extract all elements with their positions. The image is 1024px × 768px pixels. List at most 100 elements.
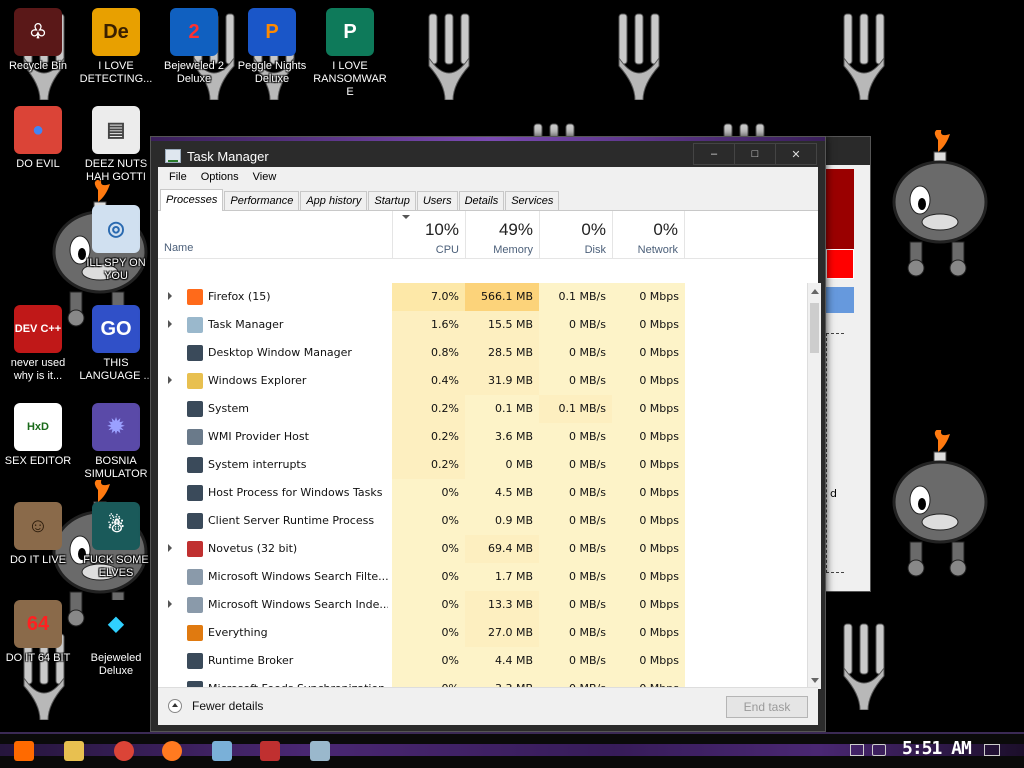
process-row[interactable]: Microsoft Windows Search Inde... 0% 13.3 M… xyxy=(158,591,808,619)
task-manager-window[interactable]: Task Manager – □ ✕ File Options View Pro… xyxy=(150,136,826,732)
desktop-icon[interactable]: ☺ DO IT LIVE xyxy=(0,502,76,567)
expand-arrow-icon[interactable] xyxy=(168,320,172,328)
desktop-app-icon: ▤ xyxy=(92,106,140,154)
desktop-icon[interactable]: GO THIS LANGUAGE ... xyxy=(78,305,154,383)
expand-arrow-icon[interactable] xyxy=(168,544,172,552)
process-row[interactable]: Microsoft Windows Search Filte... 0% 1.7 M… xyxy=(158,563,808,591)
tab-processes[interactable]: Processes xyxy=(160,189,224,211)
process-disk: 0 MB/s xyxy=(539,507,612,535)
everything-icon xyxy=(187,625,203,641)
task-manager-taskbar-icon[interactable] xyxy=(302,736,338,766)
process-row[interactable]: Novetus (32 bit) 0% 69.4 MB 0 MB/s 0 Mbps xyxy=(158,535,808,563)
start-button[interactable] xyxy=(6,736,42,766)
process-row[interactable]: System 0.2% 0.1 MB 0.1 MB/s 0 Mbps xyxy=(158,395,808,423)
end-task-button[interactable]: End task xyxy=(726,696,808,718)
menu-bar: File Options View xyxy=(158,167,818,187)
cpu-column-label: CPU xyxy=(435,244,459,256)
minimize-button[interactable]: – xyxy=(693,143,735,165)
process-row[interactable]: Host Process for Windows Tasks 0% 4.5 MB 0 … xyxy=(158,479,808,507)
tab-users[interactable]: Users xyxy=(416,191,458,210)
file-explorer-taskbar-icon[interactable] xyxy=(56,736,92,766)
firefox-taskbar-icon[interactable] xyxy=(154,736,190,766)
taskbar-app-icon xyxy=(162,741,182,761)
desktop-icon[interactable]: ◎ ILL SPY ON YOU xyxy=(78,205,154,283)
desktop-app-icon: ◎ xyxy=(92,205,140,253)
process-network: 0 Mbps xyxy=(612,367,685,395)
desktop-icon[interactable]: ♧ Recycle Bin xyxy=(0,8,76,73)
process-row[interactable]: Everything 0% 27.0 MB 0 MB/s 0 Mbps xyxy=(158,619,808,647)
process-row[interactable]: Windows Explorer 0.4% 31.9 MB 0 MB/s 0 Mbps xyxy=(158,367,808,395)
process-disk: 0 MB/s xyxy=(539,423,612,451)
desktop-icon[interactable]: HxD SEX EDITOR xyxy=(0,403,76,468)
process-row[interactable]: Firefox (15) 7.0% 566.1 MB 0.1 MB/s 0 Mbps xyxy=(158,283,808,311)
maximize-button[interactable]: □ xyxy=(734,143,776,165)
process-disk: 0 MB/s xyxy=(539,311,612,339)
process-row[interactable]: Client Server Runtime Process 0% 0.9 MB 0 M… xyxy=(158,507,808,535)
column-header-memory[interactable]: 49% Memory xyxy=(465,211,539,259)
column-header-disk[interactable]: 0% Disk xyxy=(539,211,612,259)
network-icon[interactable] xyxy=(850,744,864,756)
window-controls: – □ ✕ xyxy=(693,143,817,165)
vertical-scrollbar[interactable] xyxy=(807,283,821,689)
notepad-taskbar-icon[interactable] xyxy=(204,736,240,766)
desktop-icon[interactable]: P Peggle Nights Deluxe xyxy=(234,8,310,86)
tab-services[interactable]: Services xyxy=(505,191,560,210)
expand-arrow-icon[interactable] xyxy=(168,600,172,608)
volume-icon[interactable] xyxy=(872,744,886,756)
taskbar-clock[interactable]: 5:51 AM xyxy=(902,738,972,759)
scroll-thumb[interactable] xyxy=(810,303,819,353)
tab-performance[interactable]: Performance xyxy=(224,191,300,210)
tab-startup[interactable]: Startup xyxy=(368,191,416,210)
novetus-taskbar-icon[interactable] xyxy=(252,736,288,766)
background-window-blue-button[interactable] xyxy=(826,287,854,313)
column-header-network[interactable]: 0% Network xyxy=(612,211,685,259)
desktop-icon-label: DO EVIL xyxy=(16,158,60,170)
column-header-name[interactable]: Name xyxy=(164,242,193,254)
desktop-icon[interactable]: 64 DO IT 64 BIT xyxy=(0,600,76,665)
desktop-icon[interactable]: ● DO EVIL xyxy=(0,106,76,171)
process-memory: 566.1 MB xyxy=(465,283,539,311)
chrome-taskbar-icon[interactable] xyxy=(106,736,142,766)
desktop-icon[interactable]: DEV C++ never used why is it... xyxy=(0,305,76,383)
desktop-app-icon: 2 xyxy=(170,8,218,56)
process-list: Firefox (15) 7.0% 566.1 MB 0.1 MB/s 0 Mbps Ta… xyxy=(158,283,808,689)
process-memory: 69.4 MB xyxy=(465,535,539,563)
tab-details[interactable]: Details xyxy=(458,191,505,210)
memory-total-percent: 49% xyxy=(498,220,533,239)
menu-view[interactable]: View xyxy=(246,171,284,183)
expand-arrow-icon[interactable] xyxy=(168,292,172,300)
process-row[interactable]: Task Manager 1.6% 15.5 MB 0 MB/s 0 Mbps xyxy=(158,311,808,339)
process-row[interactable]: Desktop Window Manager 0.8% 28.5 MB 0 MB/s 0… xyxy=(158,339,808,367)
desktop-icon[interactable]: ◆ Bejeweled Deluxe xyxy=(78,600,154,678)
tab-app-history[interactable]: App history xyxy=(300,191,368,210)
scroll-up-arrow-icon[interactable] xyxy=(811,289,819,294)
action-center-icon[interactable] xyxy=(984,744,1000,756)
desktop-icon[interactable]: ✹ BOSNIA SIMULATOR xyxy=(78,403,154,481)
background-window-red-button[interactable] xyxy=(826,249,854,279)
desktop-icon[interactable]: De I LOVE DETECTING... xyxy=(78,8,154,86)
csrss-icon xyxy=(187,513,203,529)
desktop-icon[interactable]: ▤ DEEZ NUTS HAH GOTTI xyxy=(78,106,154,184)
menu-file[interactable]: File xyxy=(162,171,194,183)
desktop-icon-label: Bejeweled Deluxe xyxy=(90,652,142,677)
desktop-icon[interactable]: ☃ FUCK SOME ELVES xyxy=(78,502,154,580)
disk-total-percent: 0% xyxy=(581,220,606,239)
desktop-icon[interactable]: P I LOVE RANSOMWARE xyxy=(312,8,388,99)
process-disk: 0 MB/s xyxy=(539,535,612,563)
menu-options[interactable]: Options xyxy=(194,171,246,183)
collapse-chevron-icon[interactable] xyxy=(168,699,182,713)
process-row[interactable]: WMI Provider Host 0.2% 3.6 MB 0 MB/s 0 Mbps xyxy=(158,423,808,451)
scroll-down-arrow-icon[interactable] xyxy=(811,678,819,683)
column-header-cpu[interactable]: 10% CPU xyxy=(392,211,465,259)
process-disk: 0 MB/s xyxy=(539,451,612,479)
process-row[interactable]: System interrupts 0.2% 0 MB 0 MB/s 0 Mbps xyxy=(158,451,808,479)
close-button[interactable]: ✕ xyxy=(775,143,817,165)
folder-icon xyxy=(187,373,203,389)
fewer-details-link[interactable]: Fewer details xyxy=(192,699,263,713)
tab-bar: Processes Performance App history Startu… xyxy=(158,187,818,211)
process-disk: 0.1 MB/s xyxy=(539,283,612,311)
process-memory: 0 MB xyxy=(465,451,539,479)
desktop-icon[interactable]: 2 Bejeweled 2 Deluxe xyxy=(156,8,232,86)
expand-arrow-icon[interactable] xyxy=(168,376,172,384)
process-row[interactable]: Runtime Broker 0% 4.4 MB 0 MB/s 0 Mbps xyxy=(158,647,808,675)
